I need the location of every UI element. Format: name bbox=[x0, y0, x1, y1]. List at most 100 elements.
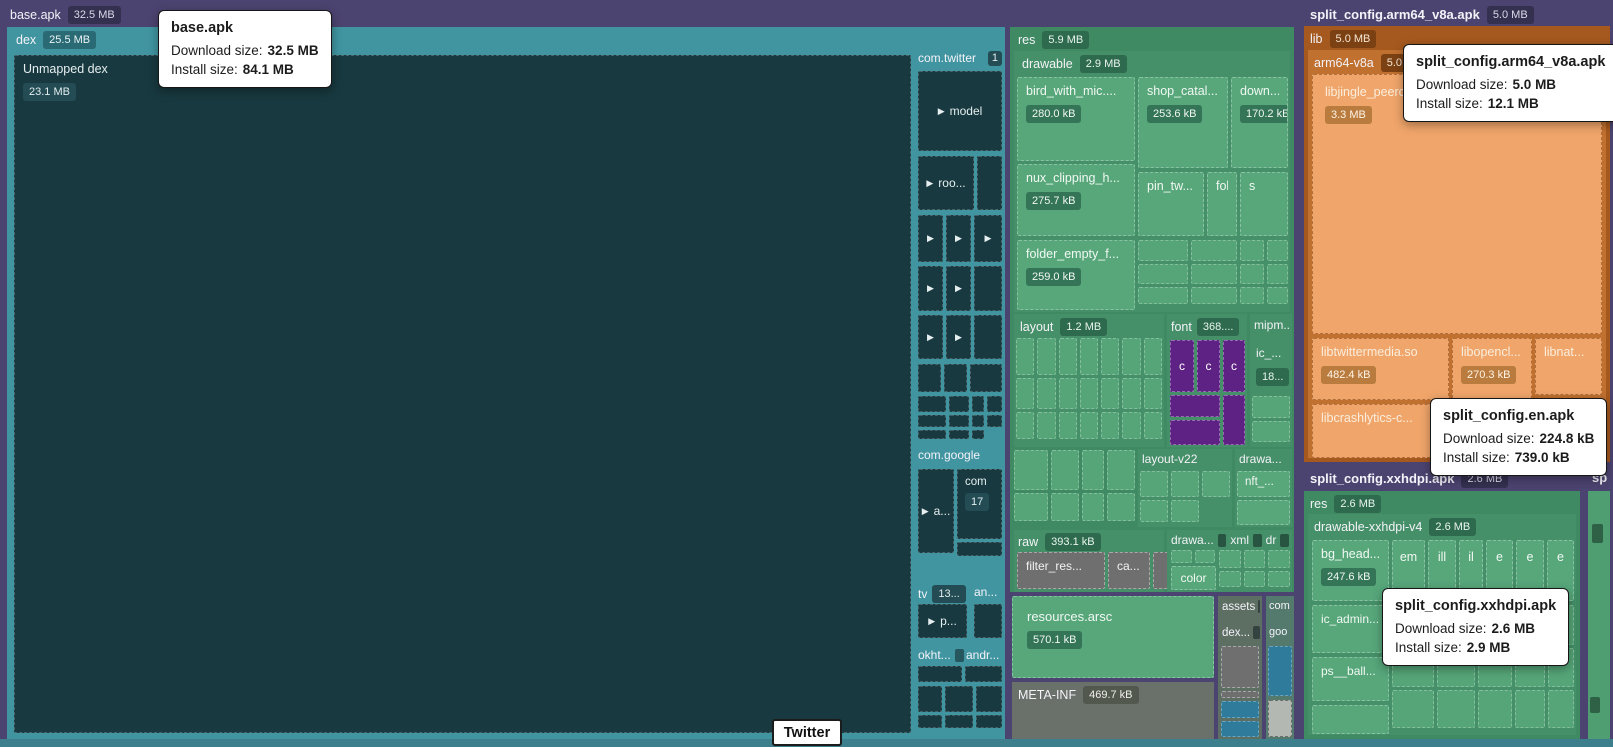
drawable2-header[interactable]: drawa... bbox=[1239, 452, 1289, 466]
treemap-cell[interactable] bbox=[1138, 240, 1188, 261]
font-file-block[interactable] bbox=[1170, 420, 1220, 445]
assets-dex-label[interactable]: dex... bbox=[1222, 626, 1260, 639]
treemap-cell[interactable] bbox=[1171, 500, 1199, 522]
assets-file-block[interactable] bbox=[1221, 691, 1259, 698]
package-com-twitter-header[interactable]: com.twitter 1 bbox=[918, 51, 1002, 66]
treemap-cell[interactable] bbox=[1144, 412, 1162, 439]
treemap-cell[interactable] bbox=[1082, 493, 1104, 521]
treemap-cell[interactable] bbox=[1202, 471, 1230, 497]
xxhdpi-file-block[interactable] bbox=[1312, 705, 1389, 734]
treemap-cell[interactable] bbox=[1144, 338, 1162, 375]
treemap-cell[interactable] bbox=[918, 396, 946, 412]
treemap-cell[interactable] bbox=[1080, 412, 1098, 439]
package-block[interactable] bbox=[974, 604, 1002, 638]
treemap-cell[interactable] bbox=[918, 715, 942, 728]
treemap-cell[interactable] bbox=[1437, 690, 1475, 728]
com-dir-goo-label[interactable]: goo bbox=[1269, 626, 1293, 638]
treemap-cell[interactable] bbox=[1191, 287, 1237, 304]
treemap-cell[interactable] bbox=[1268, 550, 1290, 568]
package-com-block[interactable]: com 17 bbox=[957, 469, 1002, 539]
treemap-cell[interactable] bbox=[1244, 571, 1266, 587]
lib-file-block[interactable]: libtwittermedia.so 482.4 kB bbox=[1312, 338, 1449, 400]
package-block[interactable]: ▶ bbox=[918, 315, 943, 359]
package-tv-header[interactable]: tv 13... bbox=[918, 585, 966, 603]
package-block[interactable]: ▶ bbox=[918, 266, 943, 311]
font-file-block[interactable]: c bbox=[1197, 340, 1220, 392]
xxhdpi-res-header[interactable]: res 2.6 MB bbox=[1310, 495, 1381, 513]
treemap-cell[interactable] bbox=[1082, 450, 1104, 490]
layout-header[interactable]: layout 1.2 MB bbox=[1020, 318, 1107, 336]
package-block[interactable]: ▶ bbox=[974, 215, 1002, 262]
res-file-block[interactable]: bird_with_mic.... 280.0 kB bbox=[1017, 77, 1135, 161]
package-block[interactable] bbox=[944, 364, 967, 392]
com-dir-file-block[interactable] bbox=[1268, 700, 1292, 737]
treemap-cell[interactable] bbox=[1014, 493, 1048, 521]
treemap-cell[interactable] bbox=[1392, 690, 1434, 728]
treemap-cell[interactable] bbox=[1144, 378, 1162, 409]
treemap-cell[interactable] bbox=[1122, 338, 1140, 375]
treemap-cell[interactable] bbox=[976, 686, 1002, 712]
package-block[interactable] bbox=[974, 266, 1002, 311]
treemap-cell[interactable] bbox=[949, 396, 969, 412]
treemap-cell[interactable] bbox=[972, 415, 984, 427]
package-com-google-header[interactable]: com.google bbox=[918, 448, 980, 462]
res-file-block[interactable]: nux_clipping_h... 275.7 kB bbox=[1017, 164, 1135, 236]
treemap-cell[interactable] bbox=[976, 715, 1002, 728]
package-block[interactable] bbox=[918, 364, 941, 392]
meta-inf-header[interactable]: META-INF 469.7 kB bbox=[1018, 686, 1139, 704]
xxhdpi-drawable-header[interactable]: drawable-xxhdpi-v4 2.6 MB bbox=[1314, 518, 1476, 536]
treemap-cell[interactable] bbox=[1122, 378, 1140, 409]
treemap-cell[interactable] bbox=[1014, 450, 1048, 490]
treemap-cell[interactable] bbox=[972, 430, 984, 439]
package-block[interactable] bbox=[965, 666, 1002, 682]
package-roo-block[interactable]: ▶ roo... bbox=[918, 156, 974, 210]
package-block[interactable] bbox=[918, 666, 962, 682]
treemap-cell[interactable] bbox=[945, 715, 973, 728]
font-file-block[interactable] bbox=[1223, 395, 1245, 445]
font-header[interactable]: font 368.... bbox=[1171, 318, 1245, 336]
treemap-cell[interactable] bbox=[1101, 378, 1119, 409]
xxhdpi-file-block[interactable]: bg_head... 247.6 kB bbox=[1312, 540, 1389, 601]
treemap-cell[interactable] bbox=[1059, 378, 1077, 409]
treemap-cell[interactable] bbox=[1051, 450, 1079, 490]
treemap-cell[interactable] bbox=[918, 686, 942, 712]
treemap-cell[interactable] bbox=[1101, 412, 1119, 439]
treemap-cell[interactable] bbox=[1240, 287, 1264, 304]
package-block[interactable]: ▶ bbox=[946, 266, 971, 311]
lib-file-block[interactable]: libcrashlytics-c... bbox=[1312, 404, 1449, 458]
raw-header[interactable]: raw 393.1 kB bbox=[1018, 533, 1101, 551]
treemap-cell[interactable] bbox=[1240, 240, 1264, 261]
resources-arsc-block[interactable]: resources.arsc 570.1 kB bbox=[1012, 596, 1214, 678]
package-block[interactable] bbox=[970, 364, 1002, 392]
package-model-block[interactable]: ▶ model bbox=[918, 71, 1002, 151]
package-block[interactable]: ▶ bbox=[918, 215, 943, 262]
xxhdpi-file-block[interactable]: ic_admin... bbox=[1312, 605, 1389, 653]
assets-file-block[interactable] bbox=[1221, 646, 1259, 688]
font-file-block[interactable]: c bbox=[1170, 340, 1194, 392]
treemap-cell[interactable] bbox=[1191, 264, 1237, 284]
package-block[interactable] bbox=[957, 542, 1002, 556]
lib-file-block[interactable]: libnat... bbox=[1535, 338, 1602, 395]
treemap-cell[interactable] bbox=[1140, 471, 1168, 497]
com-dir-file-block[interactable] bbox=[1268, 646, 1292, 696]
treemap-cell[interactable] bbox=[1016, 412, 1034, 439]
package-block[interactable] bbox=[974, 315, 1002, 359]
treemap-cell[interactable] bbox=[1252, 421, 1290, 442]
treemap-cell[interactable] bbox=[1122, 412, 1140, 439]
assets-file-block[interactable] bbox=[1221, 721, 1259, 737]
treemap-cell[interactable] bbox=[1267, 287, 1288, 304]
treemap-cell[interactable] bbox=[1515, 690, 1545, 728]
treemap-cell[interactable] bbox=[949, 430, 969, 439]
treemap-cell[interactable] bbox=[1080, 378, 1098, 409]
treemap-cell[interactable] bbox=[1037, 338, 1055, 375]
treemap-cell[interactable] bbox=[972, 396, 984, 412]
res-file-block[interactable] bbox=[1237, 500, 1290, 525]
mipmap-ic-label[interactable]: ic_... bbox=[1256, 346, 1281, 360]
font-file-block[interactable]: c bbox=[1223, 340, 1245, 392]
res-file-block[interactable]: shop_catal... 253.6 kB bbox=[1138, 77, 1228, 168]
package-block[interactable]: ▶ bbox=[946, 315, 971, 359]
treemap-cell[interactable] bbox=[1219, 550, 1241, 568]
treemap-cell[interactable] bbox=[1138, 264, 1188, 284]
treemap-cell[interactable] bbox=[1016, 378, 1034, 409]
treemap-cell[interactable] bbox=[1016, 338, 1034, 375]
